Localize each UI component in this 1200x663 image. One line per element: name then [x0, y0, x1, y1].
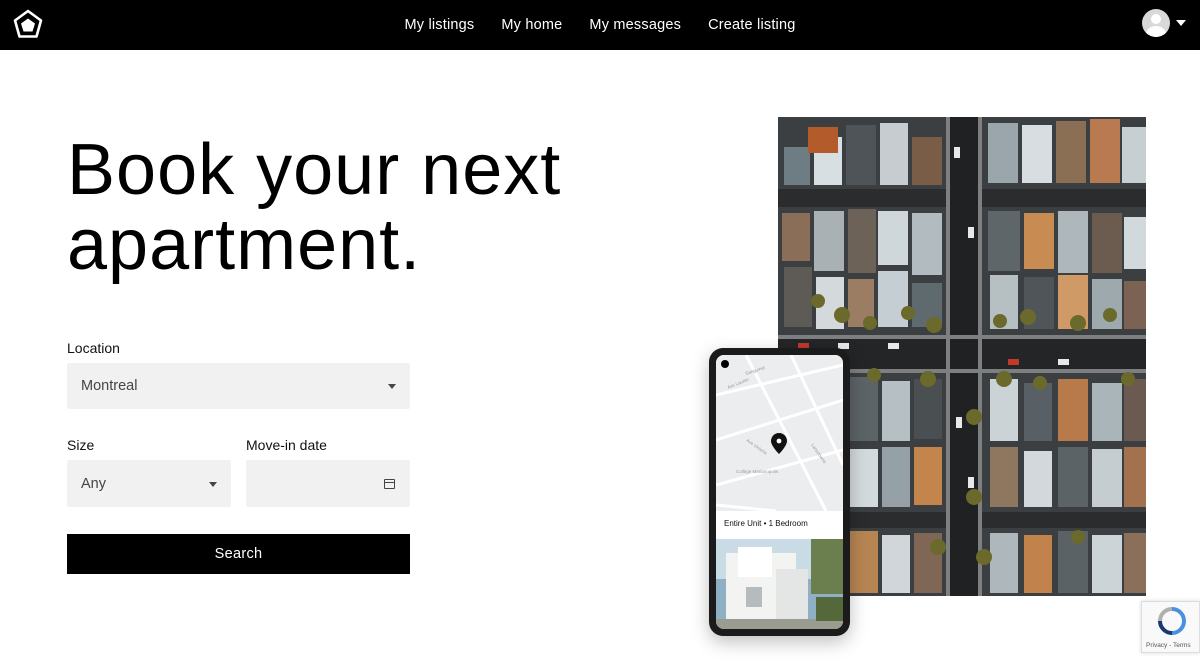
- page-title: Book your next apartment.: [67, 133, 627, 283]
- recaptcha-icon: [1158, 607, 1186, 635]
- calendar-icon[interactable]: [384, 478, 395, 489]
- map-label-college: Collège Marianopolis: [736, 469, 779, 474]
- search-button[interactable]: Search: [67, 534, 410, 574]
- dropdown-arrow-icon: [209, 481, 217, 487]
- location-label: Location: [67, 340, 120, 356]
- recaptcha-links[interactable]: Privacy - Terms: [1146, 642, 1191, 649]
- page-title-line-2: apartment.: [67, 205, 422, 285]
- top-nav-bar: My listings My home My messages Create l…: [0, 0, 1200, 50]
- listing-label: Entire Unit • 1 Bedroom: [716, 511, 843, 539]
- recaptcha-badge[interactable]: Privacy - Terms: [1141, 601, 1200, 653]
- main-nav: My listings My home My messages Create l…: [0, 0, 1200, 50]
- chevron-down-icon: [1176, 20, 1186, 26]
- size-select[interactable]: Any: [67, 460, 231, 507]
- size-value: Any: [81, 475, 106, 492]
- phone-screen: Sanguinet Ave Laurier Ave Victoria Collè…: [716, 355, 843, 629]
- nav-my-messages[interactable]: My messages: [589, 17, 681, 33]
- user-menu[interactable]: [1142, 9, 1186, 37]
- phone-mockup: Sanguinet Ave Laurier Ave Victoria Collè…: [709, 348, 850, 636]
- page-title-line-1: Book your next: [67, 130, 562, 210]
- location-select[interactable]: Montreal: [67, 363, 410, 409]
- avatar-icon: [1142, 9, 1170, 37]
- location-value: Montreal: [81, 378, 138, 394]
- movein-date-input[interactable]: [246, 460, 410, 507]
- listing-photo: [716, 539, 843, 629]
- nav-my-home[interactable]: My home: [501, 17, 562, 33]
- map-preview: Sanguinet Ave Laurier Ave Victoria Collè…: [716, 355, 843, 511]
- camera-dot: [721, 360, 729, 368]
- dropdown-arrow-icon: [388, 384, 396, 389]
- size-label: Size: [67, 437, 95, 453]
- nav-create-listing[interactable]: Create listing: [708, 17, 795, 33]
- nav-my-listings[interactable]: My listings: [405, 17, 475, 33]
- movein-label: Move-in date: [246, 437, 327, 453]
